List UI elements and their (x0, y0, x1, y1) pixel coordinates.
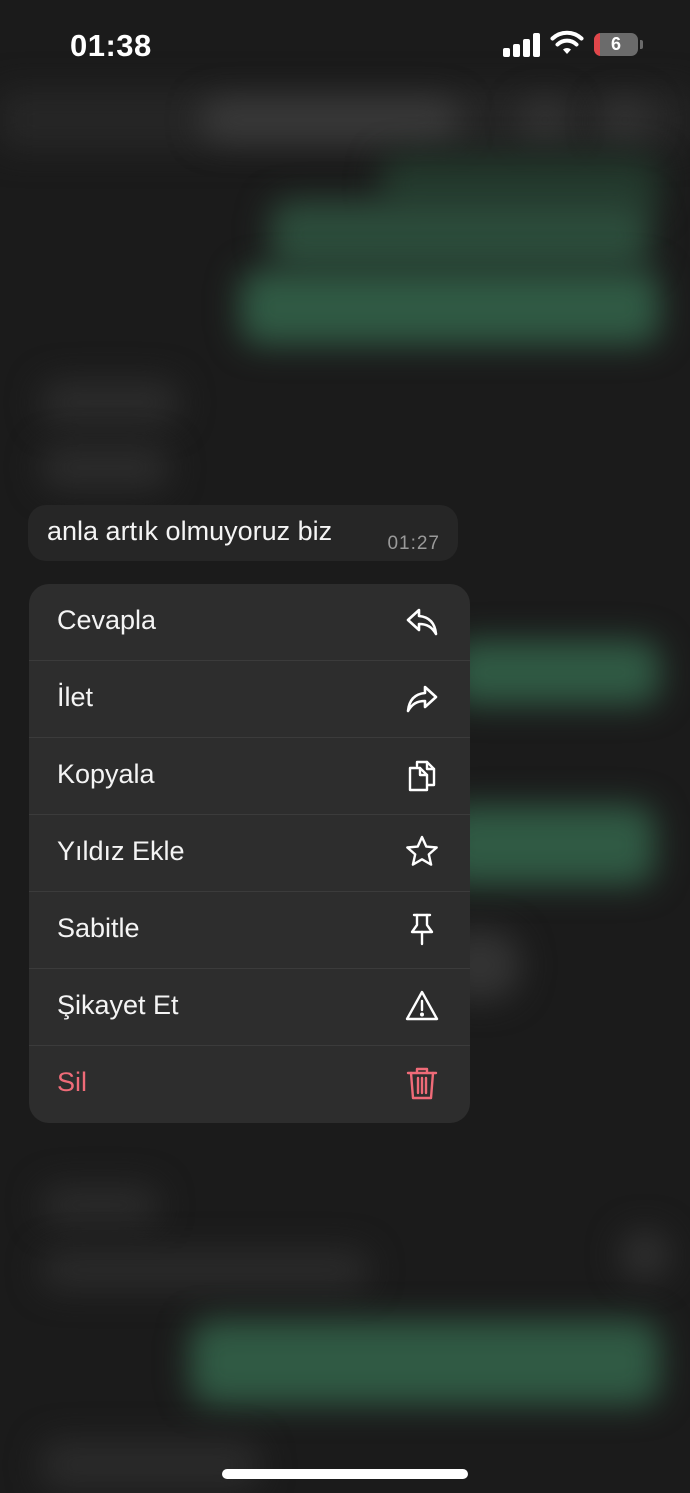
menu-item-copy[interactable]: Kopyala (29, 738, 470, 815)
menu-item-label: Sabitle (57, 913, 140, 943)
menu-item-delete[interactable]: Sil (29, 1046, 470, 1123)
menu-item-label: İlet (57, 682, 94, 712)
menu-item-label: Yıldız Ekle (57, 836, 185, 866)
menu-item-forward[interactable]: İlet (29, 661, 470, 738)
wifi-icon (550, 30, 584, 54)
menu-item-star[interactable]: Yıldız Ekle (29, 815, 470, 892)
home-indicator[interactable] (222, 1469, 468, 1479)
message-text: anla artık olmuyoruz biz (47, 516, 333, 546)
menu-item-reply[interactable]: Cevapla (29, 584, 470, 661)
menu-item-report[interactable]: Şikayet Et (29, 969, 470, 1046)
message-time: 01:27 (387, 533, 440, 554)
message-bubble[interactable]: anla artık olmuyoruz biz 01:27 (28, 505, 458, 561)
battery-icon: 6 (594, 33, 638, 56)
star-icon (406, 835, 438, 866)
trash-icon (406, 1067, 438, 1100)
status-time: 01:38 (70, 28, 152, 63)
context-menu: Cevapla İlet Kopyala Yıldız Ekle Sabitle (29, 584, 470, 1123)
copy-icon (408, 760, 436, 792)
warning-icon (405, 990, 439, 1021)
pin-icon (410, 913, 434, 946)
status-bar: 01:38 6 (0, 0, 690, 90)
reply-icon (406, 608, 438, 636)
menu-item-label: Sil (57, 1067, 88, 1097)
menu-item-pin[interactable]: Sabitle (29, 892, 470, 969)
menu-item-label: Şikayet Et (57, 990, 179, 1020)
battery-cap (640, 40, 643, 49)
menu-item-label: Cevapla (57, 605, 157, 635)
battery-level: 6 (610, 34, 621, 54)
forward-icon (406, 685, 438, 713)
cellular-signal-icon (503, 33, 541, 57)
menu-item-label: Kopyala (57, 759, 155, 789)
